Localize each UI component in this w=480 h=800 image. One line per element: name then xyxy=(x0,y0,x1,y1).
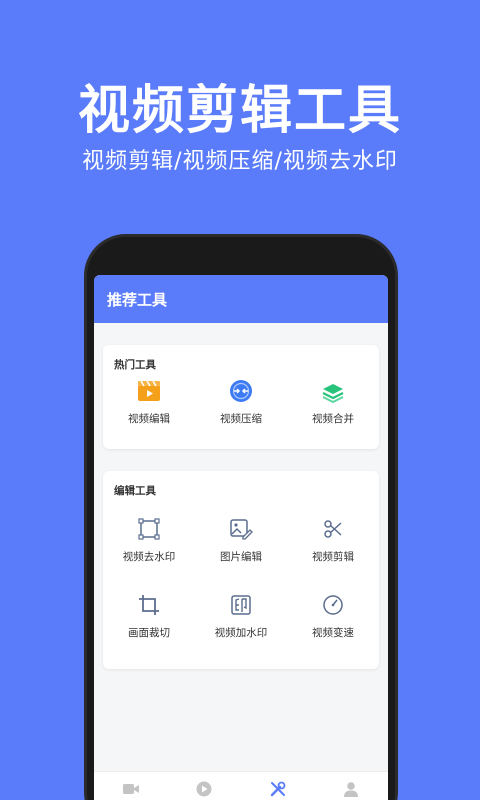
tab-mine[interactable]: 我的 xyxy=(315,772,389,800)
tool-label: 视频去水印 xyxy=(122,551,176,563)
tool-video-speed[interactable]: 视频变速 xyxy=(287,593,379,640)
speed-icon xyxy=(321,593,345,617)
promo-subtitle: 视频剪辑/视频压缩/视频去水印 xyxy=(82,149,398,174)
tool-label: 视频变速 xyxy=(312,627,354,639)
tools-icon xyxy=(269,780,287,798)
tool-crop-frame[interactable]: 画面裁切 xyxy=(103,593,195,640)
tool-label: 视频编辑 xyxy=(128,413,170,425)
user-icon xyxy=(342,780,360,798)
app-bar: 推荐工具 xyxy=(94,275,388,323)
layers-icon xyxy=(321,379,345,403)
tool-label: 视频剪辑 xyxy=(312,551,354,563)
tool-image-edit[interactable]: 图片编辑 xyxy=(195,517,287,564)
phone-screen: 推荐工具 热门工具 视频编辑 视频压缩 视频合并 编辑工具 视频去水印 图片编辑… xyxy=(94,275,388,800)
tool-video-merge[interactable]: 视频合并 xyxy=(287,379,379,426)
tool-remove-watermark[interactable]: 视频去水印 xyxy=(103,517,195,564)
edit-tools-title: 编辑工具 xyxy=(114,485,156,497)
tool-label: 图片编辑 xyxy=(220,551,262,563)
app-bar-title: 推荐工具 xyxy=(107,290,168,309)
tab-tools[interactable]: 工具 xyxy=(241,772,315,800)
bottom-tab-bar: 录制 视频 工具 xyxy=(94,771,388,800)
image-edit-icon xyxy=(229,517,253,541)
square-crop-icon xyxy=(137,517,161,541)
tool-video-edit[interactable]: 视频编辑 xyxy=(103,379,195,426)
clapperboard-icon xyxy=(137,379,161,403)
crop-icon xyxy=(137,593,161,617)
tool-add-watermark[interactable]: 视频加水印 xyxy=(195,593,287,640)
tool-label: 视频合并 xyxy=(312,413,354,425)
tool-label: 画面裁切 xyxy=(128,627,170,639)
stamp-icon xyxy=(229,593,253,617)
edit-tools-card: 编辑工具 视频去水印 图片编辑 视频剪辑 画面裁切 视频加水印 视频变速 xyxy=(103,471,379,669)
scissors-icon xyxy=(321,517,345,541)
tool-video-cut[interactable]: 视频剪辑 xyxy=(287,517,379,564)
tab-video[interactable]: 视频 xyxy=(168,772,242,800)
hot-tools-card: 热门工具 视频编辑 视频压缩 视频合并 xyxy=(103,345,379,449)
tool-video-compress[interactable]: 视频压缩 xyxy=(195,379,287,426)
tool-label: 视频压缩 xyxy=(220,413,262,425)
hot-tools-title: 热门工具 xyxy=(114,359,156,371)
promo-title: 视频剪辑工具 xyxy=(77,81,402,141)
video-camera-icon xyxy=(122,780,140,798)
compress-icon xyxy=(229,379,253,403)
tab-record[interactable]: 录制 xyxy=(94,772,168,800)
play-icon xyxy=(195,780,213,798)
tool-label: 视频加水印 xyxy=(214,627,268,639)
